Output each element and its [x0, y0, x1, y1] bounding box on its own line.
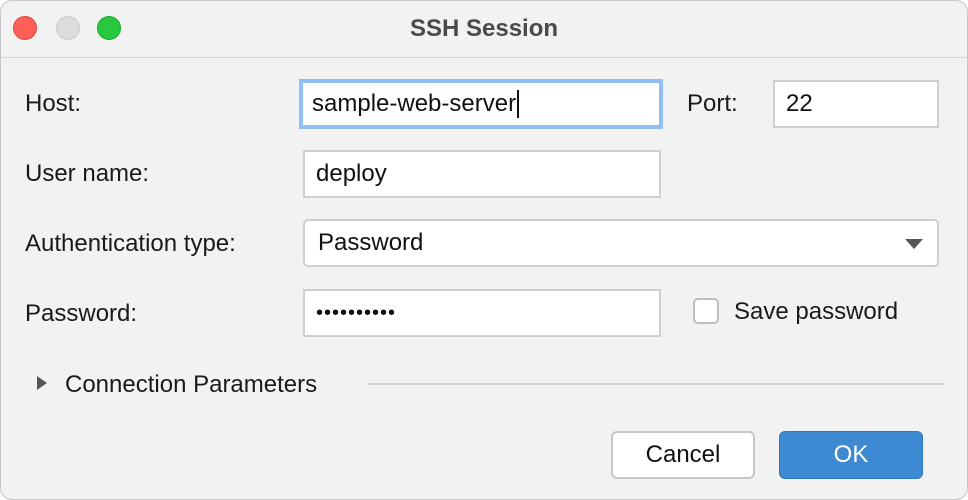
- auth-type-value: Password: [318, 229, 424, 256]
- host-value: sample-web-server: [312, 90, 517, 117]
- title-bar: SSH Session: [1, 1, 967, 58]
- ssh-session-dialog: SSH Session Host: sample-web-server Port…: [0, 0, 968, 500]
- username-input[interactable]: deploy: [303, 150, 661, 198]
- auth-type-select[interactable]: Password: [303, 219, 939, 267]
- save-password-checkbox[interactable]: [693, 298, 719, 324]
- connection-parameters-toggle[interactable]: Connection Parameters: [65, 371, 317, 399]
- cancel-button[interactable]: Cancel: [611, 431, 755, 479]
- window-title: SSH Session: [409, 15, 559, 42]
- host-label: Host:: [25, 90, 82, 117]
- section-divider: [367, 383, 945, 385]
- password-label: Password:: [25, 300, 138, 327]
- host-input[interactable]: sample-web-server: [299, 79, 663, 129]
- password-input[interactable]: ••••••••••: [303, 289, 661, 337]
- chevron-down-icon: [905, 239, 923, 249]
- ok-button[interactable]: OK: [779, 431, 923, 479]
- text-caret: [517, 90, 520, 118]
- expand-triangle-icon[interactable]: [37, 376, 47, 390]
- port-label: Port:: [687, 90, 738, 117]
- save-password-label[interactable]: Save password: [734, 298, 898, 326]
- auth-type-label: Authentication type:: [25, 230, 236, 257]
- username-label: User name:: [25, 160, 150, 187]
- port-input[interactable]: 22: [773, 80, 939, 128]
